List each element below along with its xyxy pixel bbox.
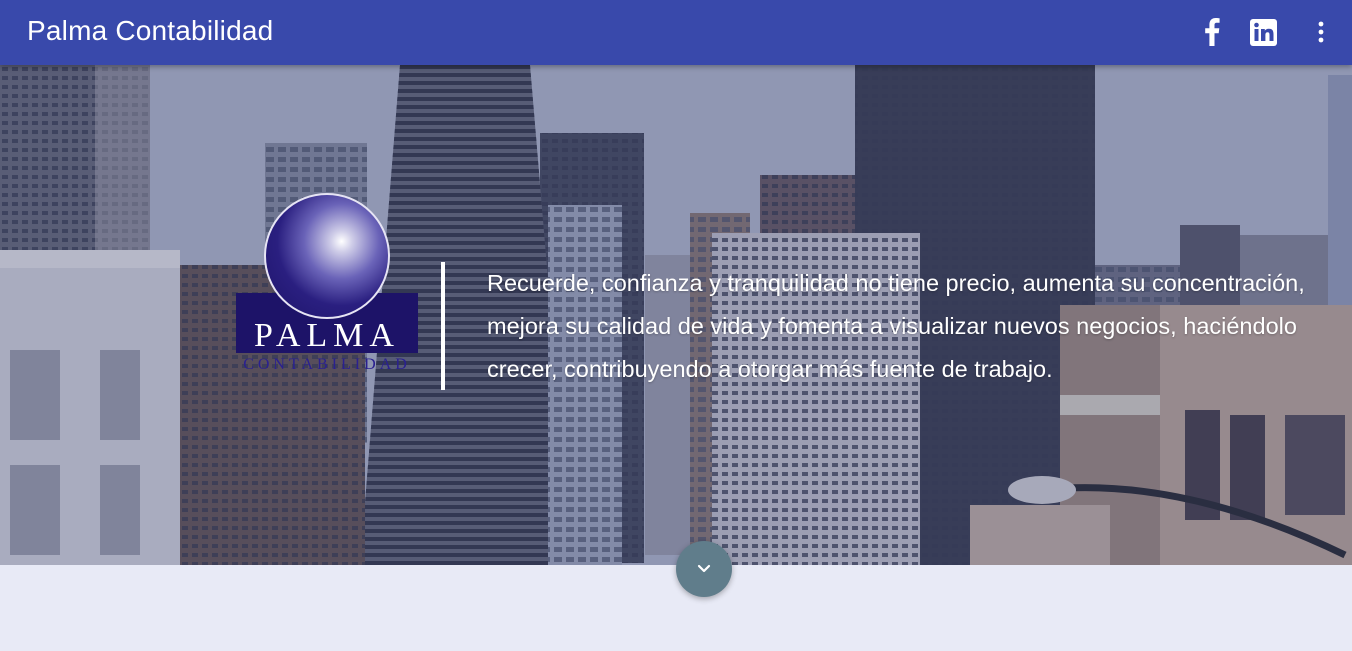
app-title: Palma Contabilidad [27,15,274,46]
more-vert-icon[interactable] [1305,16,1337,48]
facebook-icon[interactable] [1196,16,1228,48]
chevron-down-icon [697,564,711,573]
logo-sphere-icon [264,193,390,319]
palma-logo: PALMA CONTABILIDAD [236,193,418,378]
scroll-down-button[interactable] [676,541,732,597]
app-toolbar: Palma Contabilidad [0,0,1352,65]
vertical-divider [441,262,445,390]
hero-tagline: Recuerde, confianza y tranquilidad no ti… [487,270,1305,382]
content-area [0,565,1352,651]
hero-banner: PALMA CONTABILIDAD Recuerde, confianza y… [0,65,1352,565]
logo-word: PALMA [254,317,400,354]
logo-subtitle: CONTABILIDAD [243,356,411,373]
linkedin-icon[interactable] [1247,16,1279,48]
